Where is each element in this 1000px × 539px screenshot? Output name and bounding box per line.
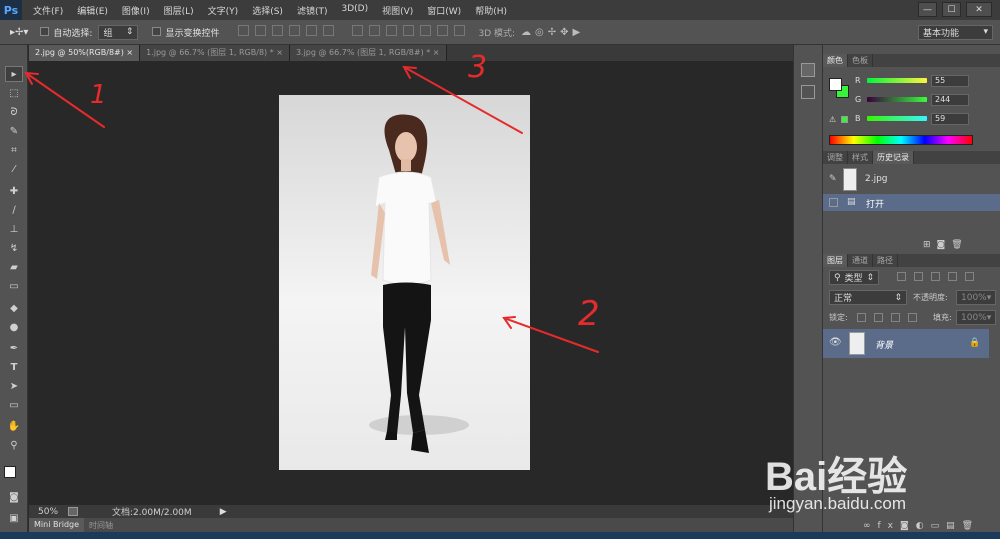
b-channel-label: B [855,114,861,123]
styles-tab[interactable]: 样式 [848,151,873,164]
history-snapshot-row[interactable]: ✎ 2.jpg [823,166,1000,194]
r-channel-label: R [855,76,861,85]
color-spectrum-bar[interactable] [829,135,973,145]
history-item-open[interactable]: ▤ 打开 [823,194,1000,211]
zoom-level[interactable]: 50% [38,507,64,517]
layer-row-background[interactable]: 👁 背景 🔒 [823,329,989,358]
filter-shape-icon[interactable] [948,272,957,281]
gamut-warning-icon[interactable]: ⚠ [829,115,836,124]
filter-pixel-icon[interactable] [897,272,906,281]
history-state-icon: ▤ [847,197,856,207]
dropdown-arrow-icon: ⇕ [894,292,902,303]
mini-bridge-tab[interactable]: Mini Bridge [29,518,85,532]
filter-type-icon[interactable] [931,272,940,281]
lock-position-icon[interactable] [891,313,900,322]
layer-filter-icons[interactable] [893,272,978,284]
status-menu-arrow-icon[interactable]: ▶ [220,507,227,517]
color-foreground-swatch[interactable] [829,78,842,91]
baidu-jingyan-watermark: Bai经验 jingyan.baidu.com [765,440,995,520]
swatches-tab[interactable]: 色板 [848,54,873,67]
timeline-tab[interactable]: 时间轴 [84,520,118,531]
arrow-3 [403,66,523,134]
annotation-number-3: 3 [468,50,488,85]
search-icon: ⚲ [834,272,841,283]
history-panel-icon[interactable] [801,63,815,77]
dropdown-arrow-icon: ▾ [986,292,992,303]
status-info-icon[interactable] [68,507,78,516]
dropdown-arrow-icon: ▾ [986,312,992,323]
color-panel-tabs: 颜色 色板 [823,54,1000,67]
bottom-panel-tabs: Mini Bridge 时间轴 [29,518,793,532]
blend-mode-dropdown[interactable]: 正常 ⇕ [829,290,907,305]
lock-label: 锁定: [829,313,848,322]
lock-icon: 🔒 [969,338,981,348]
adjustments-tab[interactable]: 调整 [823,151,848,164]
g-channel-label: G [855,95,862,104]
filter-smart-icon[interactable] [965,272,974,281]
layers-footer-icons[interactable]: ∞fx◙◐▭▤🗑 [863,521,980,531]
snapshot-thumbnail [843,168,857,191]
channels-tab[interactable]: 通道 [848,254,873,267]
filter-adjustment-icon[interactable] [914,272,923,281]
gamut-swatch[interactable] [841,116,848,123]
annotation-number-2: 2 [578,294,600,334]
blend-mode-value: 正常 [834,294,853,304]
watermark-url: jingyan.baidu.com [769,494,907,513]
paths-tab[interactable]: 路径 [873,254,898,267]
lock-pixels-icon[interactable] [874,313,883,322]
dropdown-arrow-icon: ⇕ [866,272,874,283]
layer-filter-value: 类型 [844,274,863,284]
opacity-input[interactable]: 100% ▾ [956,290,996,305]
history-item-label: 打开 [866,200,885,210]
b-slider[interactable] [867,116,927,121]
history-item-checkbox[interactable] [829,198,838,207]
b-value[interactable]: 59 [931,113,969,125]
r-value[interactable]: 55 [931,75,969,87]
history-tab[interactable]: 历史记录 [873,151,914,164]
lock-icons[interactable] [853,313,921,325]
layers-panel-tabs: 图层 通道 路径 [823,254,1000,267]
annotation-number-1: 1 [90,80,107,110]
g-value[interactable]: 244 [931,94,969,106]
layer-name: 背景 [875,341,894,351]
snapshot-name: 2.jpg [865,174,888,184]
properties-panel-icon[interactable] [801,85,815,99]
layer-filter-dropdown[interactable]: ⚲ 类型 ⇕ [829,270,879,285]
opacity-value: 100% [961,292,987,303]
windows-taskbar [0,532,1000,539]
g-slider[interactable] [867,97,927,102]
fill-input[interactable]: 100% ▾ [956,310,996,325]
visibility-eye-icon[interactable]: 👁 [829,337,842,348]
r-slider[interactable] [867,78,927,83]
layers-tab[interactable]: 图层 [823,254,848,267]
fill-value: 100% [961,312,987,323]
doc-size-info: 文档:2.00M/2.00M [112,508,192,518]
history-footer-icons[interactable]: ⊞◙🗑 [923,240,969,250]
color-tab[interactable]: 颜色 [823,54,848,67]
opacity-label: 不透明度: [913,293,948,302]
history-panel-tabs: 调整 样式 历史记录 [823,151,1000,164]
fill-label: 填充: [933,313,952,322]
status-bar: 50% 文档:2.00M/2.00M ▶ [29,505,793,518]
lock-transparent-icon[interactable] [857,313,866,322]
lock-all-icon[interactable] [908,313,917,322]
history-brush-source-icon: ✎ [829,174,837,184]
layer-thumbnail [849,332,865,355]
